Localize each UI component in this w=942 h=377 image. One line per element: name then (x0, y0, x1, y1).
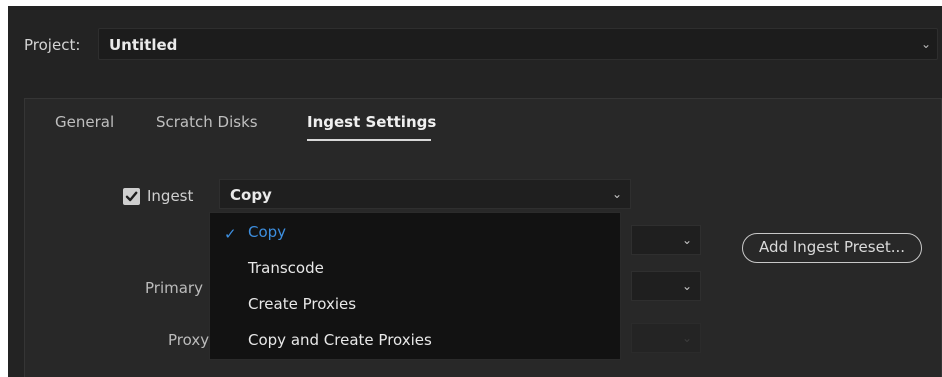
menu-item-transcode[interactable]: Transcode (248, 259, 324, 277)
tab-ingest-settings[interactable]: Ingest Settings (307, 113, 436, 131)
proxy-destination-dropdown: ⌄ (631, 323, 701, 353)
chevron-down-icon: ⌄ (611, 187, 622, 201)
menu-item-copy-and-create-proxies[interactable]: Copy and Create Proxies (248, 331, 432, 349)
ingest-mode-dropdown[interactable]: Copy ⌄ (219, 179, 631, 209)
preset-dropdown[interactable]: ⌄ (631, 225, 701, 255)
chevron-down-icon: ⌄ (681, 279, 692, 293)
chevron-down-icon: ⌄ (681, 233, 692, 247)
menu-item-copy[interactable]: Copy (248, 223, 286, 241)
primary-destination-dropdown[interactable]: ⌄ (631, 271, 701, 301)
primary-label: Primary (145, 279, 203, 297)
project-label: Project: (24, 36, 81, 54)
tab-general[interactable]: General (55, 113, 114, 131)
add-ingest-preset-button[interactable]: Add Ingest Preset... (742, 233, 922, 263)
ingest-mode-menu: ✓ Copy Transcode Create Proxies Copy and… (209, 212, 621, 360)
active-tab-indicator (307, 139, 431, 141)
ingest-checkbox[interactable] (123, 188, 140, 205)
chevron-down-icon: ⌄ (681, 331, 692, 345)
proxy-label: Proxy (168, 331, 210, 349)
tab-scratch-disks[interactable]: Scratch Disks (156, 113, 258, 131)
project-settings-window: Project: Untitled ⌄ General Scratch Disk… (8, 6, 942, 377)
menu-item-create-proxies[interactable]: Create Proxies (248, 295, 356, 313)
project-dropdown-value: Untitled (109, 36, 178, 54)
checkmark-icon: ✓ (224, 225, 237, 243)
ingest-mode-value: Copy (230, 186, 272, 204)
checkmark-icon (125, 191, 138, 202)
project-dropdown[interactable]: Untitled ⌄ (98, 28, 938, 60)
ingest-checkbox-label: Ingest (147, 187, 194, 205)
chevron-down-icon: ⌄ (920, 37, 931, 51)
